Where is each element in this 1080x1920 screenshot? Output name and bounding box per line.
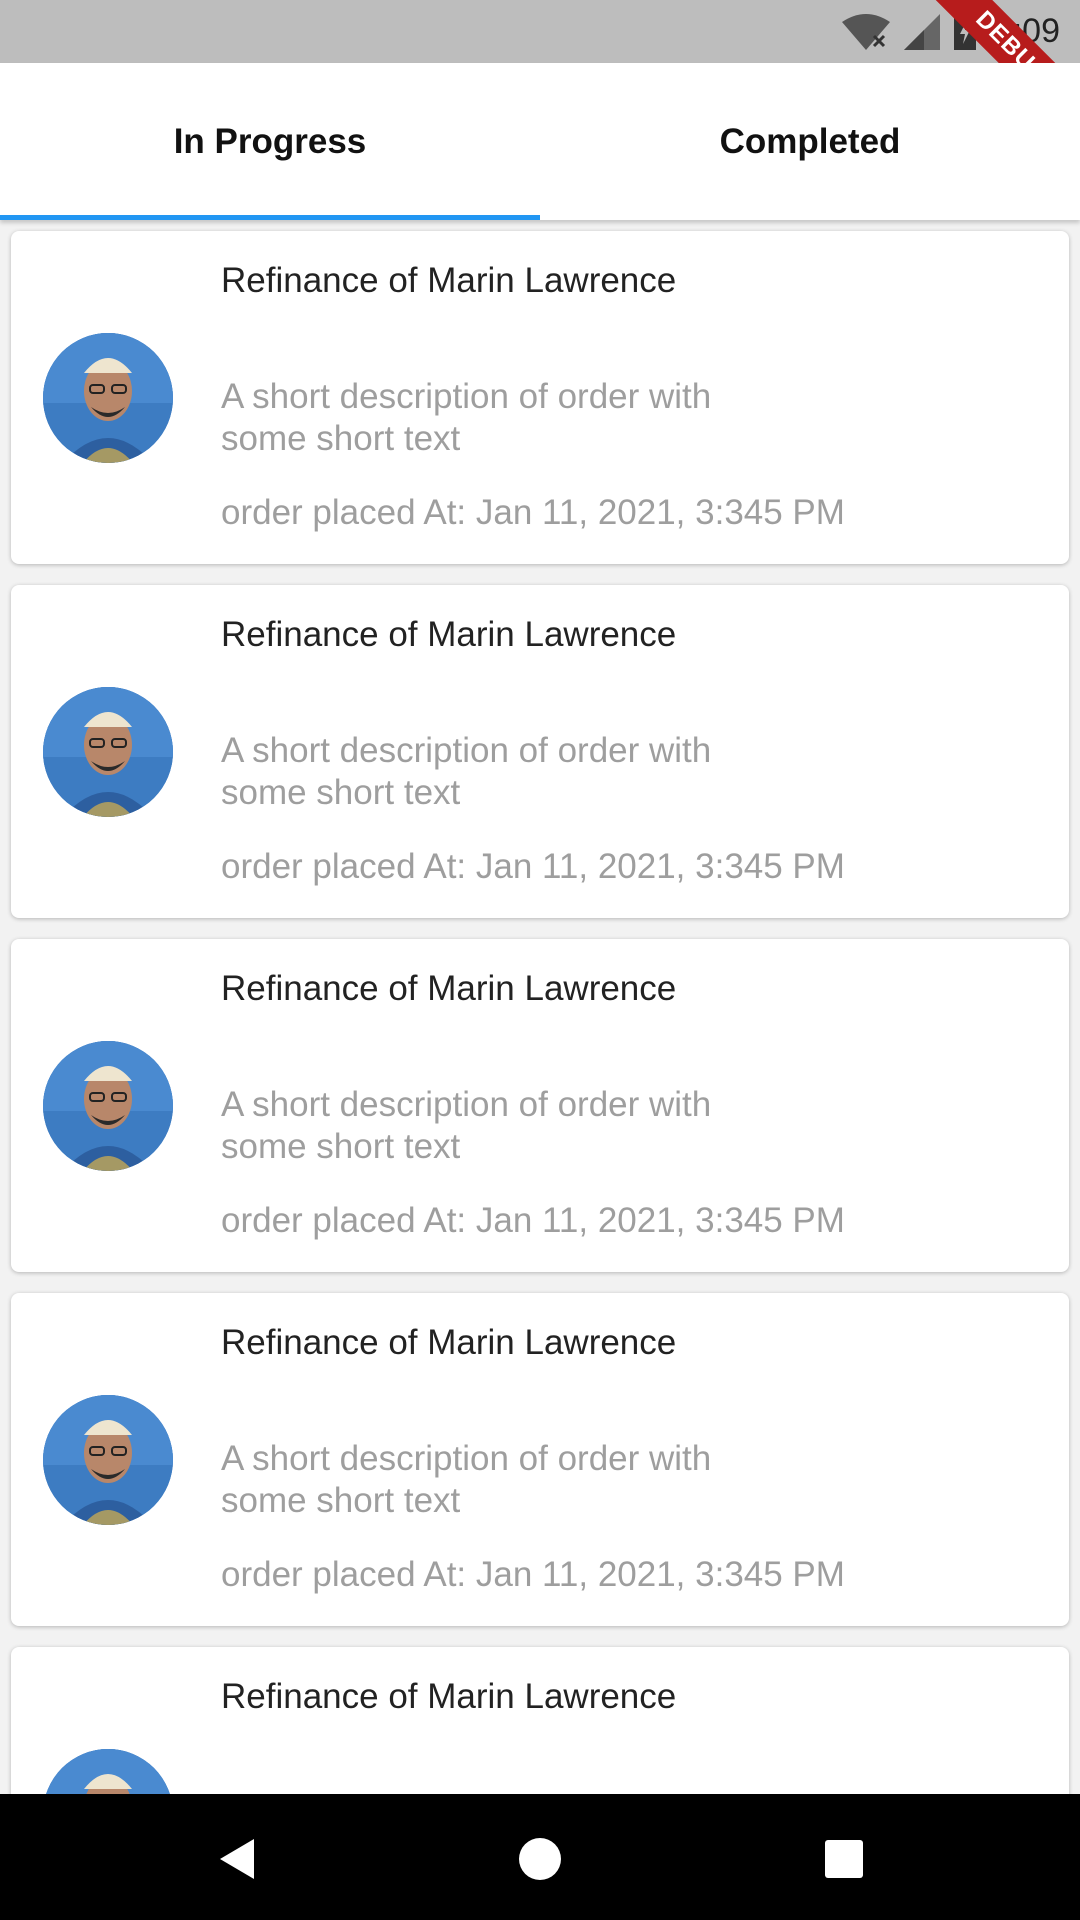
status-time: 3:09 xyxy=(993,12,1060,50)
avatar xyxy=(43,1395,173,1525)
order-placed-date: order placed At: Jan 11, 2021, 3:345 PM xyxy=(221,847,845,886)
battery-charging-icon xyxy=(953,11,976,50)
order-card[interactable]: Refinance of Marin Lawrence xyxy=(11,1647,1069,1794)
tab-in-progress[interactable]: In Progress xyxy=(0,63,540,220)
order-placed-date: order placed At: Jan 11, 2021, 3:345 PM xyxy=(221,493,845,532)
order-card[interactable]: Refinance of Marin Lawrence A short desc… xyxy=(11,1293,1069,1626)
order-list[interactable]: Refinance of Marin Lawrence A short desc… xyxy=(0,220,1080,1794)
avatar xyxy=(43,1749,173,1794)
order-title: Refinance of Marin Lawrence xyxy=(221,969,677,1008)
order-card[interactable]: Refinance of Marin Lawrence A short desc… xyxy=(11,585,1069,918)
order-description: A short description of order with some s… xyxy=(221,1439,712,1520)
tab-bar: In Progress Completed xyxy=(0,63,1080,220)
wifi-off-icon xyxy=(841,13,890,50)
signal-icon xyxy=(903,13,940,50)
order-title: Refinance of Marin Lawrence xyxy=(221,261,677,300)
order-placed-date: order placed At: Jan 11, 2021, 3:345 PM xyxy=(221,1201,845,1240)
order-description: A short description of order with some s… xyxy=(221,731,712,812)
order-card[interactable]: Refinance of Marin Lawrence A short desc… xyxy=(11,231,1069,564)
order-title: Refinance of Marin Lawrence xyxy=(221,615,677,654)
order-title: Refinance of Marin Lawrence xyxy=(221,1677,677,1716)
navigation-bar xyxy=(0,1794,1080,1920)
avatar xyxy=(43,333,173,463)
home-icon[interactable] xyxy=(515,1834,565,1884)
order-card[interactable]: Refinance of Marin Lawrence A short desc… xyxy=(11,939,1069,1272)
order-description: A short description of order with some s… xyxy=(221,1085,712,1166)
status-bar: 3:09 DEBUG xyxy=(0,0,1080,147)
avatar xyxy=(43,687,173,817)
tab-completed[interactable]: Completed xyxy=(540,63,1080,220)
back-icon[interactable] xyxy=(212,1834,262,1884)
order-placed-date: order placed At: Jan 11, 2021, 3:345 PM xyxy=(221,1555,845,1594)
status-icons: 3:09 xyxy=(840,0,1060,63)
order-description: A short description of order with some s… xyxy=(221,377,712,458)
avatar xyxy=(43,1041,173,1171)
recents-icon[interactable] xyxy=(819,1834,869,1884)
order-title: Refinance of Marin Lawrence xyxy=(221,1323,677,1362)
